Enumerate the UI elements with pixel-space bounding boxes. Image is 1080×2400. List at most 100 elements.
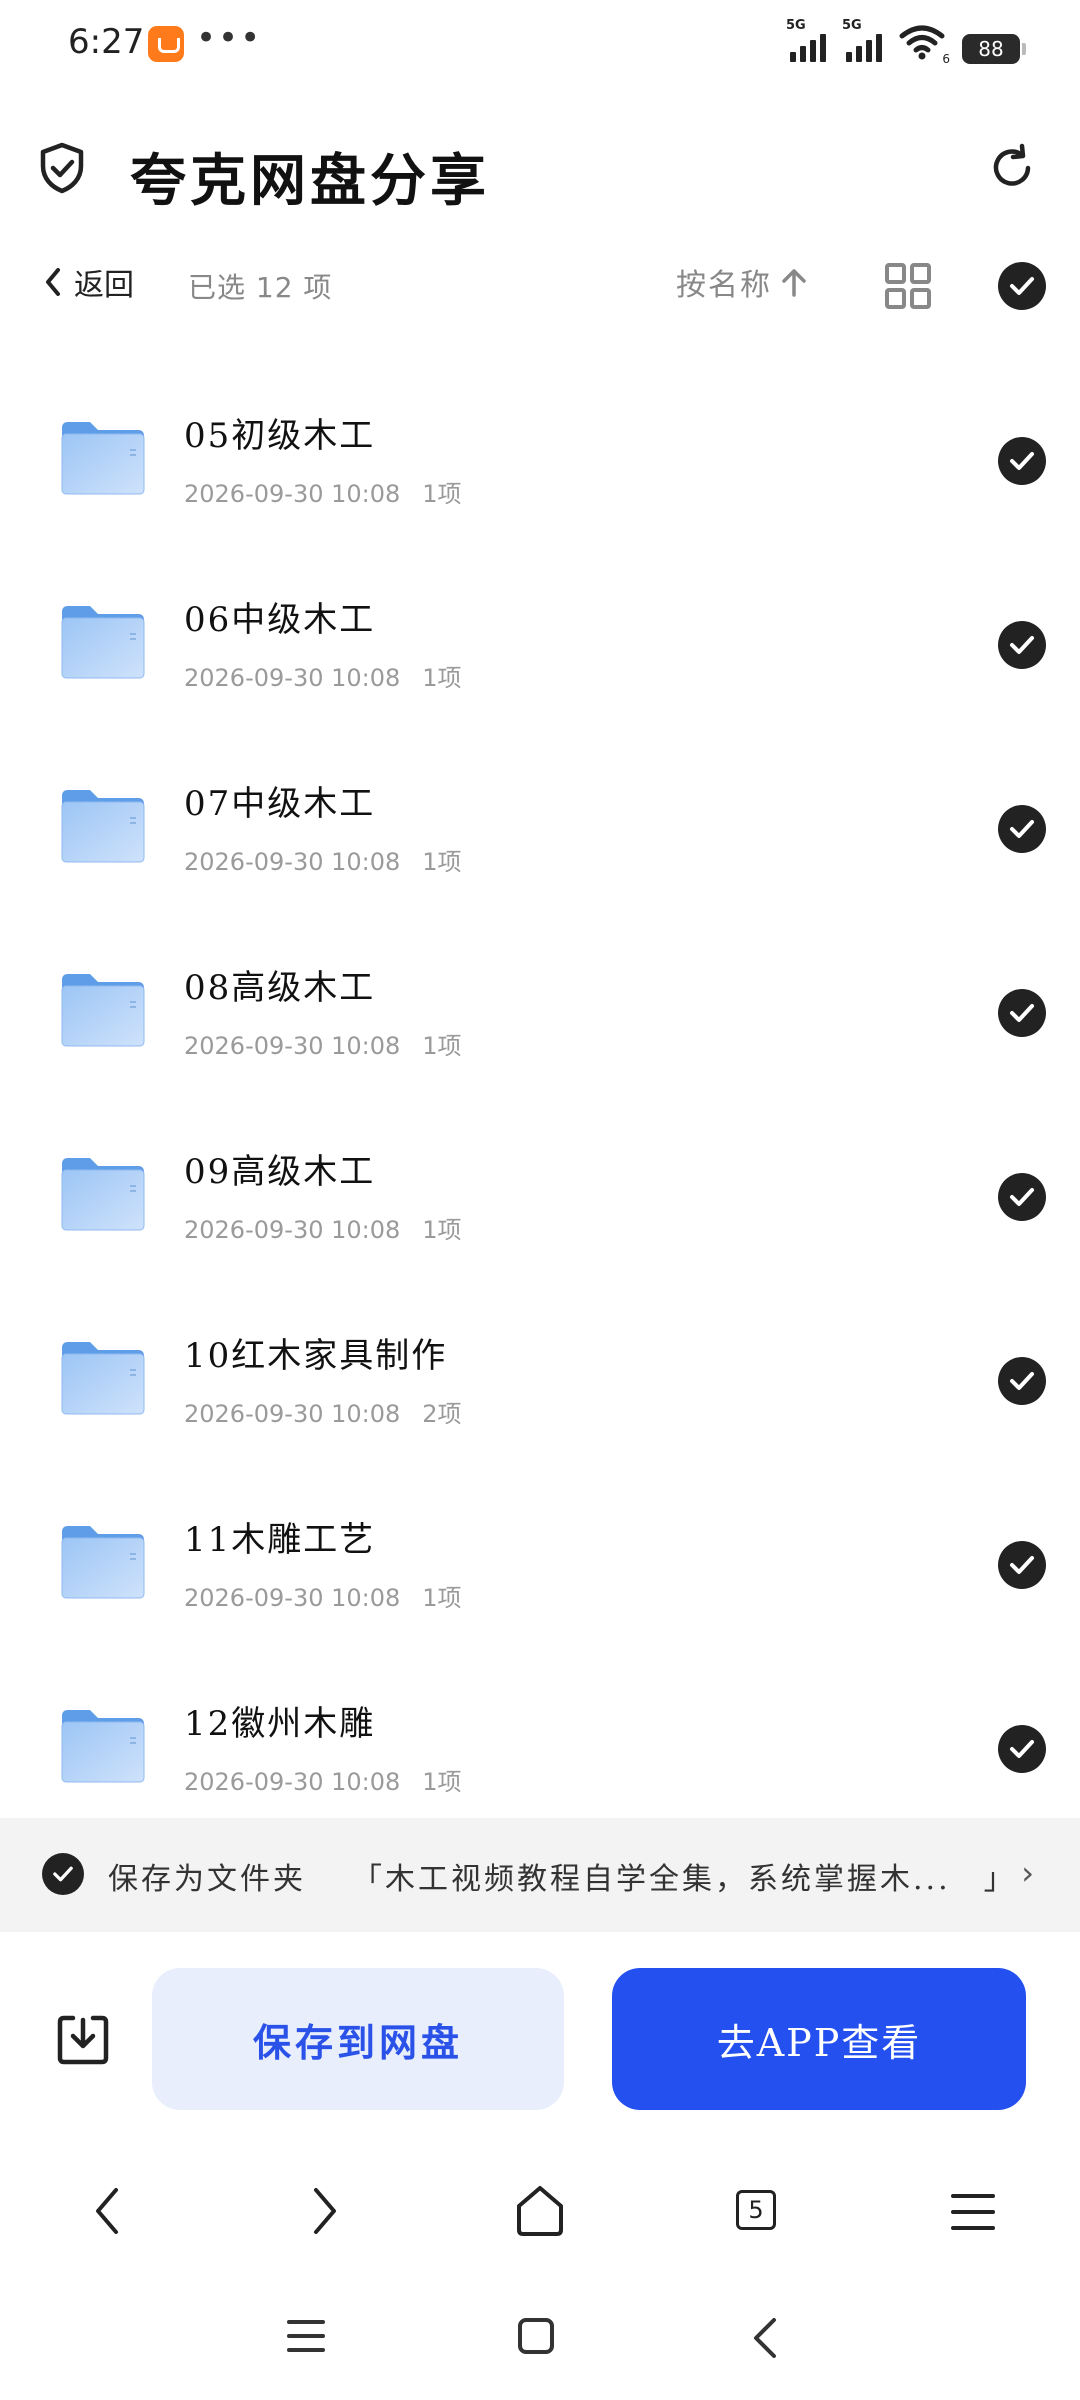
sort-label: 按名称	[676, 268, 772, 303]
file-name: 08高级木工	[184, 968, 376, 1008]
folder-icon	[60, 1524, 146, 1600]
file-date: 2026-09-30 10:08	[184, 664, 401, 692]
file-item-count: 1项	[422, 1584, 462, 1612]
file-row[interactable]: 05初级木工 2026-09-30 10:08 1项	[0, 368, 1080, 552]
battery-icon: 88	[962, 34, 1026, 64]
download-icon[interactable]	[56, 2012, 110, 2066]
selected-count: 已选 12 项	[188, 271, 333, 304]
chevron-left-icon	[46, 268, 60, 296]
file-item-count: 2项	[422, 1400, 462, 1428]
cellular-signal-icon-2: 5G	[842, 18, 888, 64]
refresh-icon[interactable]	[986, 142, 1038, 194]
status-bar: 6:27 ••• 5G 5G 6 88	[0, 0, 1080, 90]
browser-navigation: 5	[0, 2170, 1080, 2260]
file-name: 05初级木工	[184, 416, 376, 456]
save-to-cloud-button[interactable]: 保存到网盘	[152, 1968, 564, 2110]
browser-home-icon[interactable]	[514, 2184, 566, 2238]
file-meta: 2026-09-30 10:08 1项	[184, 1210, 462, 1245]
browser-back-icon[interactable]	[92, 2184, 122, 2238]
row-checkbox[interactable]	[998, 1725, 1046, 1773]
status-time: 6:27	[68, 22, 145, 62]
file-row[interactable]: 06中级木工 2026-09-30 10:08 1项	[0, 552, 1080, 736]
file-date: 2026-09-30 10:08	[184, 1400, 401, 1428]
checkmark-icon	[1010, 1556, 1034, 1574]
checkmark-icon	[1010, 1372, 1034, 1390]
arrow-up-icon	[782, 269, 806, 297]
save-destination-label: 保存为文件夹	[108, 1862, 306, 1897]
browser-forward-icon[interactable]	[310, 2184, 340, 2238]
file-meta: 2026-09-30 10:08 1项	[184, 658, 462, 693]
file-row[interactable]: 09高级木工 2026-09-30 10:08 1项	[0, 1104, 1080, 1288]
shield-check-icon	[38, 142, 86, 194]
action-bar: 保存到网盘 去APP查看	[0, 1966, 1080, 2110]
folder-icon	[60, 1340, 146, 1416]
home-icon[interactable]	[516, 2316, 556, 2356]
save-destination-folder: 「木工视频教程自学全集，系统掌握木... 」	[352, 1862, 1017, 1897]
row-checkbox[interactable]	[998, 437, 1046, 485]
selection-toolbar: 返回 已选 12 项 按名称	[0, 250, 1080, 320]
save-destination-bar[interactable]: 保存为文件夹 「木工视频教程自学全集，系统掌握木... 」 ›	[0, 1818, 1080, 1932]
file-row[interactable]: 12徽州木雕 2026-09-30 10:08 1项	[0, 1656, 1080, 1840]
file-row[interactable]: 07中级木工 2026-09-30 10:08 1项	[0, 736, 1080, 920]
recent-apps-icon[interactable]	[286, 2316, 326, 2356]
file-date: 2026-09-30 10:08	[184, 1216, 401, 1244]
file-meta: 2026-09-30 10:08 1项	[184, 1762, 462, 1797]
file-item-count: 1项	[422, 480, 462, 508]
page-title: 夸克网盘分享	[130, 148, 490, 214]
checkmark-icon	[1010, 636, 1034, 654]
row-checkbox[interactable]	[998, 1357, 1046, 1405]
row-checkbox[interactable]	[998, 621, 1046, 669]
folder-icon	[60, 1708, 146, 1784]
row-checkbox[interactable]	[998, 1541, 1046, 1589]
system-back-icon[interactable]	[750, 2316, 780, 2360]
file-date: 2026-09-30 10:08	[184, 848, 401, 876]
file-item-count: 1项	[422, 1216, 462, 1244]
checkmark-icon	[1010, 1188, 1034, 1206]
select-all-checkbox[interactable]	[998, 262, 1046, 310]
header: 夸克网盘分享	[0, 120, 1080, 220]
checkmark-icon	[1010, 452, 1034, 470]
browser-tabs-button[interactable]: 5	[736, 2190, 776, 2230]
cellular-signal-icon: 5G	[786, 18, 832, 64]
file-row[interactable]: 11木雕工艺 2026-09-30 10:08 1项	[0, 1472, 1080, 1656]
file-name: 12徽州木雕	[184, 1704, 376, 1744]
row-checkbox[interactable]	[998, 805, 1046, 853]
file-date: 2026-09-30 10:08	[184, 480, 401, 508]
save-destination-checkbox[interactable]	[42, 1853, 84, 1895]
folder-icon	[60, 972, 146, 1048]
file-date: 2026-09-30 10:08	[184, 1584, 401, 1612]
file-meta: 2026-09-30 10:08 1项	[184, 474, 462, 509]
row-checkbox[interactable]	[998, 989, 1046, 1037]
system-navigation	[0, 2300, 1080, 2380]
file-meta: 2026-09-30 10:08 1项	[184, 842, 462, 877]
file-name: 09高级木工	[184, 1152, 376, 1192]
back-button[interactable]: 返回	[44, 260, 134, 304]
open-in-app-button[interactable]: 去APP查看	[612, 1968, 1026, 2110]
grid-view-icon[interactable]	[884, 262, 932, 310]
file-row[interactable]: 08高级木工 2026-09-30 10:08 1项	[0, 920, 1080, 1104]
file-meta: 2026-09-30 10:08 1项	[184, 1578, 462, 1613]
browser-menu-icon[interactable]	[950, 2192, 996, 2232]
checkmark-icon	[53, 1866, 73, 1882]
file-row[interactable]: 10红木家具制作 2026-09-30 10:08 2项	[0, 1288, 1080, 1472]
file-name: 06中级木工	[184, 600, 376, 640]
file-date: 2026-09-30 10:08	[184, 1768, 401, 1796]
file-name: 10红木家具制作	[184, 1336, 448, 1376]
file-list: 05初级木工 2026-09-30 10:08 1项 06中级木工 2026-0…	[0, 368, 1080, 1840]
folder-icon	[60, 604, 146, 680]
wifi-icon: 6	[898, 24, 950, 66]
checkmark-icon	[1010, 1740, 1034, 1758]
file-item-count: 1项	[422, 664, 462, 692]
file-meta: 2026-09-30 10:08 2项	[184, 1394, 462, 1429]
status-icons: 5G 5G 6 88	[786, 18, 1026, 66]
file-name: 07中级木工	[184, 784, 376, 824]
row-checkbox[interactable]	[998, 1173, 1046, 1221]
back-label: 返回	[74, 268, 134, 303]
more-notifications-icon: •••	[196, 18, 263, 58]
folder-icon	[60, 788, 146, 864]
file-item-count: 1项	[422, 1032, 462, 1060]
file-name: 11木雕工艺	[184, 1520, 376, 1560]
sort-button[interactable]: 按名称	[676, 260, 808, 304]
file-meta: 2026-09-30 10:08 1项	[184, 1026, 462, 1061]
folder-icon	[60, 1156, 146, 1232]
